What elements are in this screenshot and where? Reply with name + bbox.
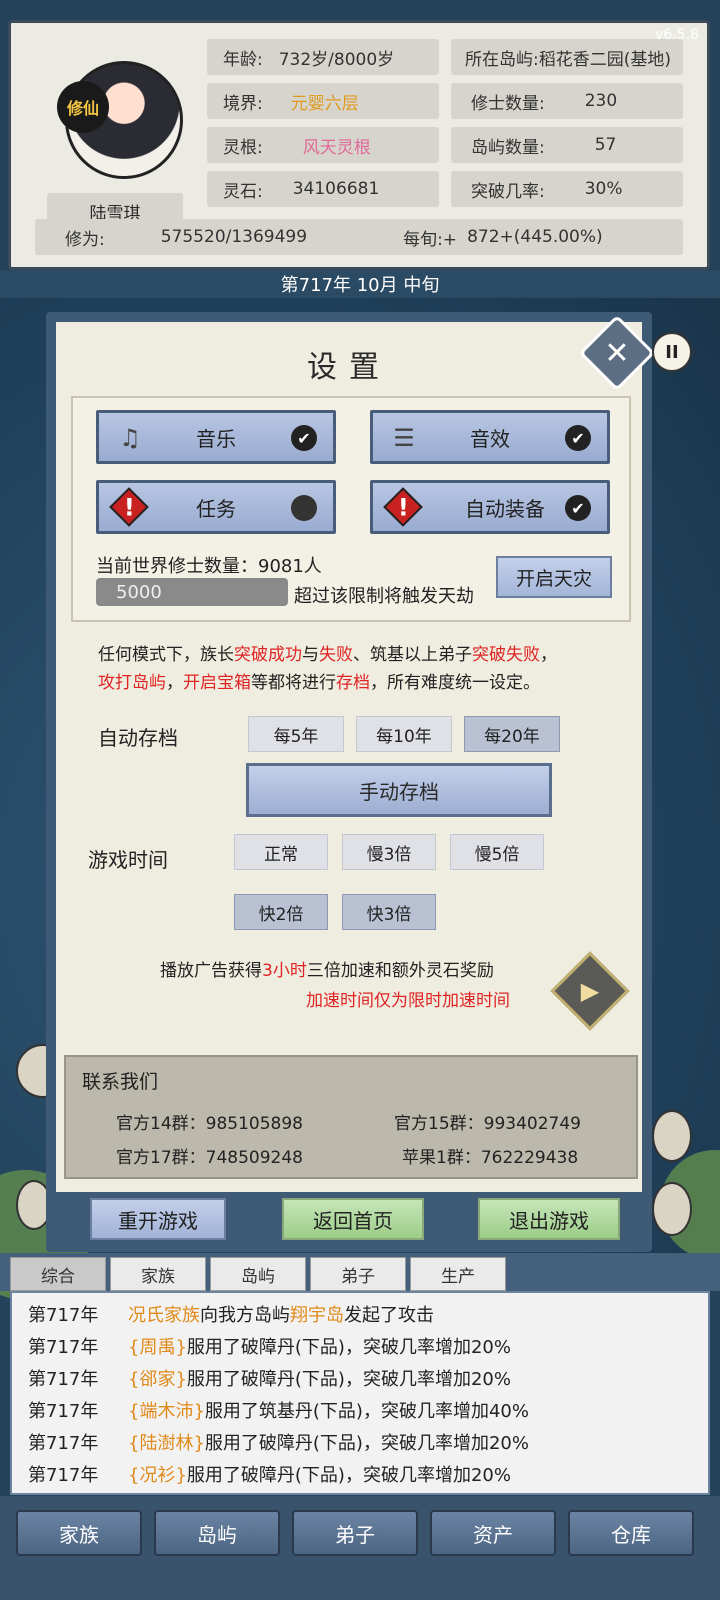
sfx-toggle[interactable]: ☰ 音效 ✔ (370, 410, 610, 464)
realm-value: 元婴六层 (290, 93, 359, 114)
realm-label: 境界: (223, 93, 263, 114)
age-label: 年龄: (223, 49, 263, 70)
nav-family-button[interactable]: 家族 (16, 1510, 142, 1556)
world-count-text: 当前世界修士数量：9081人 (96, 552, 322, 578)
tab-disciples[interactable]: 弟子 (310, 1257, 406, 1291)
ad-note-text: 加速时间仅为限时加速时间 (306, 991, 510, 1011)
game-time-label: 游戏时间 (88, 848, 168, 872)
age-cell: 年龄: 732岁/8000岁 (207, 39, 439, 75)
log-entry: 第717年 {郤家}服用了破障丹(下品)，突破几率增加20% (28, 1369, 511, 1390)
contact-group-14: 官方14群：985105898 (116, 1114, 303, 1134)
contact-panel: 联系我们 官方14群：985105898 官方15群：993402749 官方1… (64, 1055, 638, 1179)
tab-family[interactable]: 家族 (110, 1257, 206, 1291)
island-count-value: 57 (594, 135, 617, 155)
spirit-stone-cell: 灵石: 34106681 (207, 171, 439, 207)
gear-icon[interactable] (652, 1182, 692, 1236)
bottom-navigation: 家族 岛屿 弟子 资产 仓库 (0, 1496, 720, 1600)
time-slow3-button[interactable]: 慢3倍 (342, 834, 436, 870)
spirit-stone-label: 灵石: (223, 181, 263, 202)
time-slow5-button[interactable]: 慢5倍 (450, 834, 544, 870)
island-count-cell: 岛屿数量: 57 (451, 127, 683, 163)
cultivation-value: 575520/1369499 (160, 227, 308, 247)
play-icon[interactable]: ▶ (562, 963, 618, 1019)
event-log: 第717年 况氏家族向我方岛屿翔宇岛发起了攻击 第717年 {周禹}服用了破障丹(下… (10, 1291, 710, 1495)
autosave-5y-button[interactable]: 每5年 (248, 716, 344, 752)
checkmark-icon: ✔ (291, 425, 317, 451)
checkmark-icon: ✔ (565, 425, 591, 451)
log-entry: 第717年 {况衫}服用了破障丹(下品)，突破几率增加20% (28, 1465, 511, 1486)
limit-hint: 超过该限制将触发天劫 (294, 586, 474, 607)
quest-toggle[interactable]: ! 任务 (96, 480, 336, 534)
world-count-value: 9081人 (258, 556, 322, 577)
cultivation-cell: 修为: 575520/1369499 每旬:+ 872+(445.00%) (35, 219, 683, 255)
autosave-label: 自动存档 (98, 726, 178, 750)
tab-general[interactable]: 综合 (10, 1257, 106, 1291)
island-count-label: 岛屿数量: (471, 137, 545, 158)
cultivator-limit-input[interactable]: 5000 (96, 578, 288, 606)
cultivation-label: 修为: (65, 229, 105, 250)
save-rule-line-2: 攻打岛屿，开启宝箱等都将进行存档，所有难度统一设定。 (98, 673, 540, 693)
manual-save-button[interactable]: 手动存档 (246, 763, 552, 817)
mountain-icon[interactable] (652, 1110, 692, 1162)
time-fast3-button[interactable]: 快3倍 (342, 894, 436, 930)
log-tab-bar: 综合 家族 岛屿 弟子 生产 (0, 1253, 720, 1291)
save-rule-line-1: 任何模式下，族长突破成功与失败、筑基以上弟子突破失败， (98, 645, 557, 665)
cultivation-badge: 修仙 (57, 81, 109, 133)
root-label: 灵根: (223, 137, 263, 158)
island-location-label: 所在岛屿: (465, 49, 539, 70)
island-location-value: 稻花香二园(基地) (538, 49, 671, 70)
avatar-area: 修仙 (51, 61, 191, 191)
contact-apple-group: 苹果1群：762229438 (402, 1148, 579, 1168)
log-entry: 第717年 {陆澍林}服用了破障丹(下品)，突破几率增加20% (28, 1433, 529, 1454)
character-profile-panel: v6.5.8 修仙 陆雪琪 年龄: 732岁/8000岁 境界: 元婴六层 灵根… (8, 20, 710, 270)
time-fast2-button[interactable]: 快2倍 (234, 894, 328, 930)
disaster-button[interactable]: 开启天灾 (496, 556, 612, 598)
contact-group-17: 官方17群：748509248 (116, 1148, 303, 1168)
time-normal-button[interactable]: 正常 (234, 834, 328, 870)
cultivator-count-label: 修士数量: (471, 93, 545, 114)
log-entry: 第717年 {周禹}服用了破障丹(下品)，突破几率增加20% (28, 1337, 511, 1358)
world-count-label: 当前世界修士数量： (96, 556, 258, 577)
cultivator-count-value: 230 (584, 91, 618, 111)
per-period-value: 872+(445.00%) (467, 227, 603, 247)
breakthrough-value: 30% (584, 179, 623, 199)
exit-game-button[interactable]: 退出游戏 (478, 1198, 620, 1240)
nav-assets-button[interactable]: 资产 (430, 1510, 556, 1556)
breakthrough-label: 突破几率: (471, 181, 545, 202)
spirit-stone-value: 34106681 (292, 179, 380, 199)
root-value: 风天灵根 (302, 137, 371, 158)
log-entry: 第717年 {端木沛}服用了筑基丹(下品)，突破几率增加40% (28, 1401, 529, 1422)
ad-reward-text: 播放广告获得3小时三倍加速和额外灵石奖励 (160, 961, 494, 981)
close-icon[interactable]: ✕ (592, 328, 642, 378)
root-cell: 灵根: 风天灵根 (207, 127, 439, 163)
log-entry: 第717年 况氏家族向我方岛屿翔宇岛发起了攻击 (28, 1305, 434, 1326)
contact-group-15: 官方15群：993402749 (394, 1114, 581, 1134)
unchecked-dot-icon (291, 495, 317, 521)
breakthrough-cell: 突破几率: 30% (451, 171, 683, 207)
age-value: 732岁/8000岁 (278, 49, 395, 70)
island-location-cell: 所在岛屿: 稻花香二园(基地) (451, 39, 683, 75)
pause-button[interactable]: II (652, 332, 692, 372)
music-toggle[interactable]: ♫ 音乐 ✔ (96, 410, 336, 464)
cultivator-count-cell: 修士数量: 230 (451, 83, 683, 119)
autosave-20y-button[interactable]: 每20年 (464, 716, 560, 752)
pause-icon: II (665, 341, 679, 363)
game-date: 第717年 10月 中旬 (0, 270, 720, 298)
restart-game-button[interactable]: 重开游戏 (90, 1198, 226, 1240)
checkmark-icon: ✔ (565, 495, 591, 521)
auto-equip-toggle[interactable]: ! 自动装备 ✔ (370, 480, 610, 534)
per-period-label: 每旬:+ (403, 229, 458, 250)
contact-title: 联系我们 (82, 1071, 159, 1093)
nav-islands-button[interactable]: 岛屿 (154, 1510, 280, 1556)
autosave-10y-button[interactable]: 每10年 (356, 716, 452, 752)
nav-disciples-button[interactable]: 弟子 (292, 1510, 418, 1556)
tab-production[interactable]: 生产 (410, 1257, 506, 1291)
tab-islands[interactable]: 岛屿 (210, 1257, 306, 1291)
dialog-title: 设置 (307, 350, 391, 385)
realm-cell: 境界: 元婴六层 (207, 83, 439, 119)
return-home-button[interactable]: 返回首页 (282, 1198, 424, 1240)
nav-warehouse-button[interactable]: 仓库 (568, 1510, 694, 1556)
